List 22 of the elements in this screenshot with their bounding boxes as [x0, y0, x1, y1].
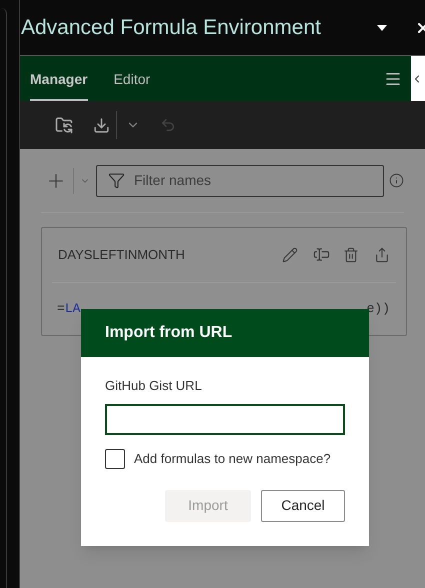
edit-icon[interactable] [282, 246, 298, 263]
url-input-field[interactable] [105, 404, 345, 434]
dialog-title: Import from URL [105, 323, 232, 343]
share-icon[interactable] [374, 246, 390, 263]
side-panel-tab[interactable] [411, 56, 425, 102]
download-icon[interactable] [93, 116, 110, 134]
field-label: GitHub Gist URL [105, 377, 203, 395]
checkbox[interactable] [105, 448, 125, 468]
formula-text: =LA [57, 300, 80, 318]
window-title: Advanced Formula Environment [21, 14, 321, 41]
filter-icon [108, 172, 125, 189]
filter-input[interactable]: Filter names [134, 170, 372, 191]
caret-icon[interactable] [377, 24, 387, 30]
delete-icon[interactable] [343, 246, 359, 263]
checkbox-label: Add formulas to new namespace? [134, 450, 331, 468]
tab[interactable]: Editor [114, 56, 150, 101]
formula-name: DAYSLEFTINMONTH [58, 246, 185, 264]
rename-icon[interactable] [313, 246, 330, 264]
info-icon[interactable] [389, 173, 404, 188]
filter-field[interactable]: Filter names [96, 164, 384, 196]
folder-sync-icon[interactable] [55, 116, 73, 134]
cancel-button[interactable]: Cancel [261, 490, 345, 522]
